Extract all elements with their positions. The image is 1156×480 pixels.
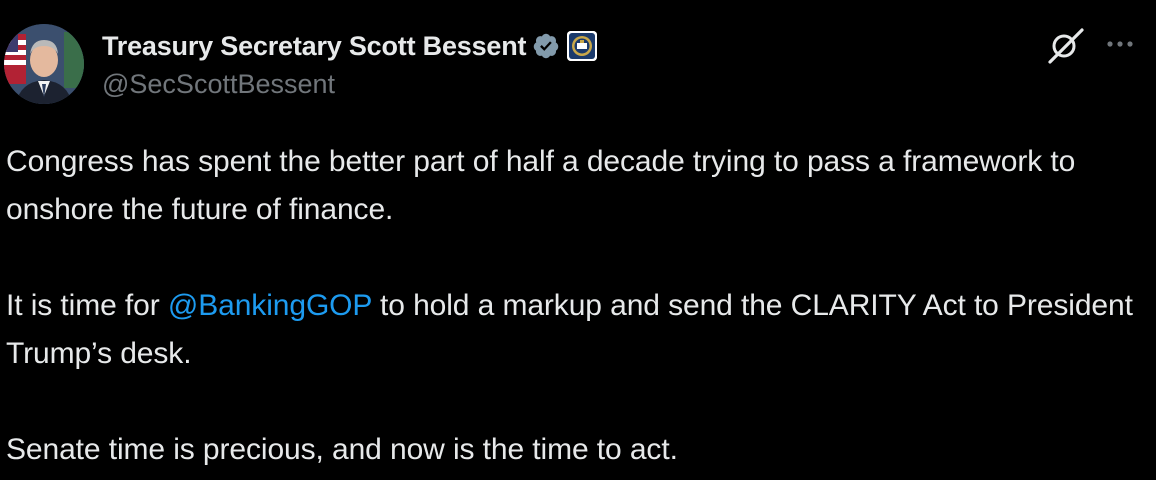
- tweet-paragraph-1: Congress has spent the better part of ha…: [6, 145, 1084, 226]
- tweet-text: Congress has spent the better part of ha…: [6, 138, 1146, 474]
- tweet-text-segment: It is time for: [6, 289, 168, 322]
- name-row: Treasury Secretary Scott Bessent: [102, 26, 802, 66]
- grok-slash-icon[interactable]: [1044, 24, 1088, 68]
- tweet-card: Treasury Secretary Scott Bessent @SecSco…: [0, 0, 1156, 480]
- author-names: Treasury Secretary Scott Bessent @SecSco…: [102, 26, 802, 102]
- author-display-name[interactable]: Treasury Secretary Scott Bessent: [102, 31, 527, 62]
- tweet-header: Treasury Secretary Scott Bessent @SecSco…: [4, 24, 1152, 108]
- mention-link[interactable]: @BankingGOP: [168, 289, 372, 322]
- tweet-paragraph-2: It is time for @BankingGOP to hold a mar…: [6, 282, 1146, 378]
- verified-badge-icon[interactable]: [532, 32, 560, 60]
- avatar-portrait: [4, 24, 84, 104]
- more-horizontal-icon[interactable]: [1100, 32, 1140, 56]
- tweet-paragraph-3: Senate time is precious, and now is the …: [6, 433, 678, 466]
- avatar[interactable]: [4, 24, 84, 104]
- author-handle[interactable]: @SecScottBessent: [102, 66, 802, 102]
- treasury-seal-icon[interactable]: [567, 31, 598, 61]
